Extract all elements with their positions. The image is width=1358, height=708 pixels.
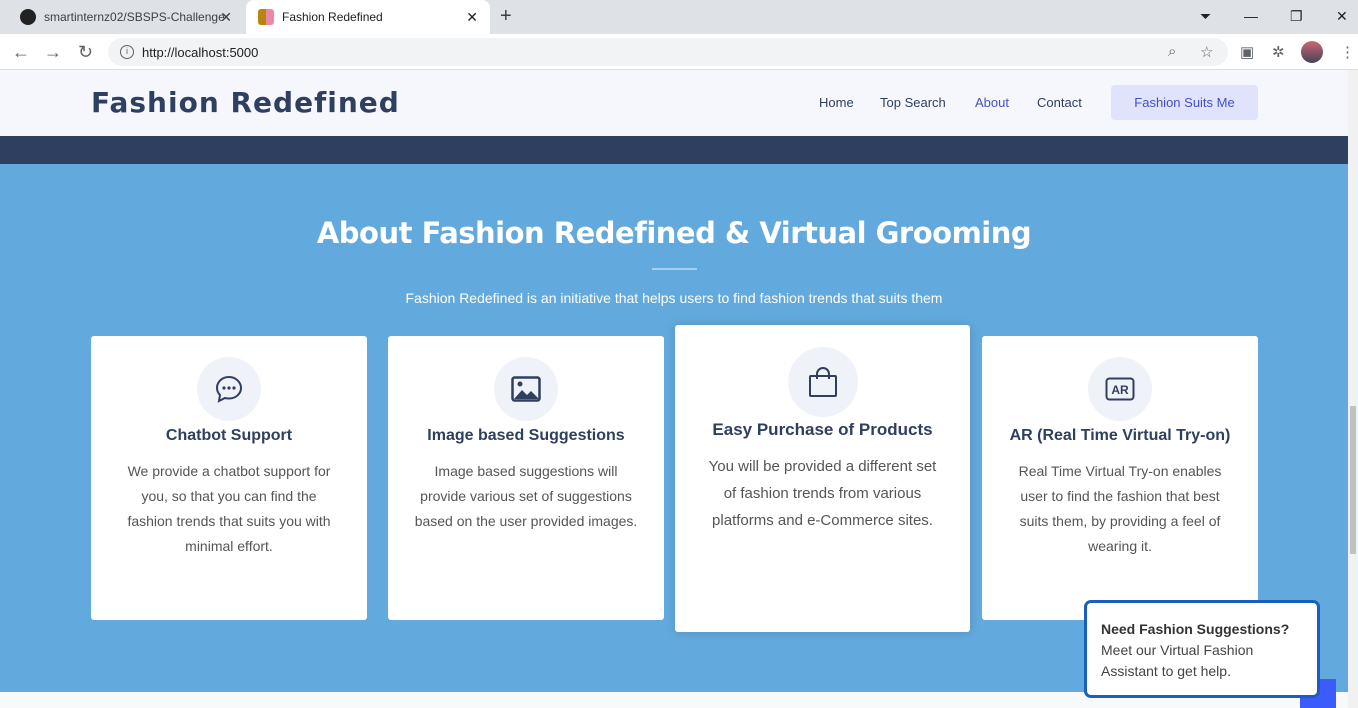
url-text: http://localhost:5000: [142, 44, 259, 60]
scrollbar[interactable]: [1348, 70, 1358, 708]
feature-card-image: Image based Suggestions Image based sugg…: [388, 336, 664, 620]
feature-card-purchase: Easy Purchase of Products You will be pr…: [675, 325, 970, 632]
fashion-favicon-icon: [258, 9, 274, 25]
github-icon: [20, 9, 36, 25]
tab-title: Fashion Redefined: [282, 10, 383, 24]
chat-dots-icon: [197, 357, 261, 421]
card-text: You will be provided a different set of …: [708, 458, 937, 529]
info-icon[interactable]: i: [120, 45, 134, 59]
site-header: Fashion Redefined Home Top Search About …: [0, 70, 1348, 136]
brand-logo[interactable]: Fashion Redefined: [91, 86, 400, 119]
nav-top-search[interactable]: Top Search: [880, 95, 946, 110]
reload-icon[interactable]: ↻: [78, 42, 93, 63]
bookmark-star-icon[interactable]: ☆: [1200, 43, 1213, 61]
svg-text:AR: AR: [1111, 383, 1129, 397]
avatar[interactable]: [1301, 41, 1323, 63]
close-tab-icon[interactable]: ✕: [220, 9, 232, 26]
chat-assistant-popup[interactable]: Need Fashion Suggestions? Meet our Virtu…: [1084, 600, 1320, 698]
divider-band: [0, 136, 1348, 164]
popup-text: Meet our Virtual Fashion Assistant to ge…: [1101, 642, 1254, 679]
new-tab-icon[interactable]: +: [500, 5, 512, 28]
puzzle-icon[interactable]: ✲: [1272, 43, 1285, 61]
card-text: Image based suggestions will provide var…: [414, 463, 638, 529]
extension-icon[interactable]: ▣: [1240, 43, 1254, 61]
section-title: About Fashion Redefined & Virtual Groomi…: [316, 216, 1032, 250]
ar-icon: AR: [1088, 357, 1152, 421]
tab-title: smartinternz02/SBSPS-Challenge: [44, 10, 224, 24]
card-title: Chatbot Support: [165, 427, 293, 444]
card-title: AR (Real Time Virtual Try-on): [1009, 427, 1231, 444]
profile-menu-icon[interactable]: ⏷: [1200, 8, 1211, 25]
browser-toolbar: ← → ↻ i http://localhost:5000 ⌕ ☆ ▣ ✲ ⋮: [0, 34, 1358, 70]
forward-icon[interactable]: →: [44, 42, 62, 63]
card-text: Real Time Virtual Try-on enables user to…: [1018, 463, 1222, 554]
section-subtitle: Fashion Redefined is an initiative that …: [405, 290, 943, 306]
close-window-icon[interactable]: ✕: [1336, 8, 1348, 25]
browser-tab[interactable]: smartinternz02/SBSPS-Challenge ✕: [8, 0, 244, 34]
zoom-icon[interactable]: ⌕: [1168, 43, 1176, 60]
card-title: Image based Suggestions: [427, 427, 625, 444]
nav-home[interactable]: Home: [819, 95, 854, 110]
nav-about[interactable]: About: [975, 95, 1009, 110]
more-icon[interactable]: ⋮: [1340, 43, 1355, 61]
browser-tab-bar: smartinternz02/SBSPS-Challenge ✕ Fashion…: [0, 0, 1358, 34]
image-icon: [494, 357, 558, 421]
popup-title: Need Fashion Suggestions?: [1101, 621, 1290, 637]
nav-contact[interactable]: Contact: [1037, 95, 1082, 110]
fashion-suits-me-button[interactable]: Fashion Suits Me: [1111, 85, 1258, 120]
shopping-bag-icon: [787, 347, 858, 417]
back-icon[interactable]: ←: [12, 42, 30, 63]
browser-tab-active[interactable]: Fashion Redefined ✕: [246, 0, 490, 34]
minimize-icon[interactable]: —: [1244, 8, 1258, 24]
card-text: We provide a chatbot support for you, so…: [127, 463, 331, 554]
address-bar[interactable]: i http://localhost:5000: [108, 38, 1228, 66]
feature-card-ar: AR AR (Real Time Virtual Try-on) Real Ti…: [982, 336, 1258, 620]
close-tab-icon[interactable]: ✕: [466, 9, 478, 26]
scrollbar-thumb[interactable]: [1350, 406, 1356, 554]
feature-card-chatbot: Chatbot Support We provide a chatbot sup…: [91, 336, 367, 620]
restore-icon[interactable]: ❐: [1290, 8, 1303, 25]
card-title: Easy Purchase of Products: [712, 420, 933, 439]
title-underline: [652, 268, 697, 270]
